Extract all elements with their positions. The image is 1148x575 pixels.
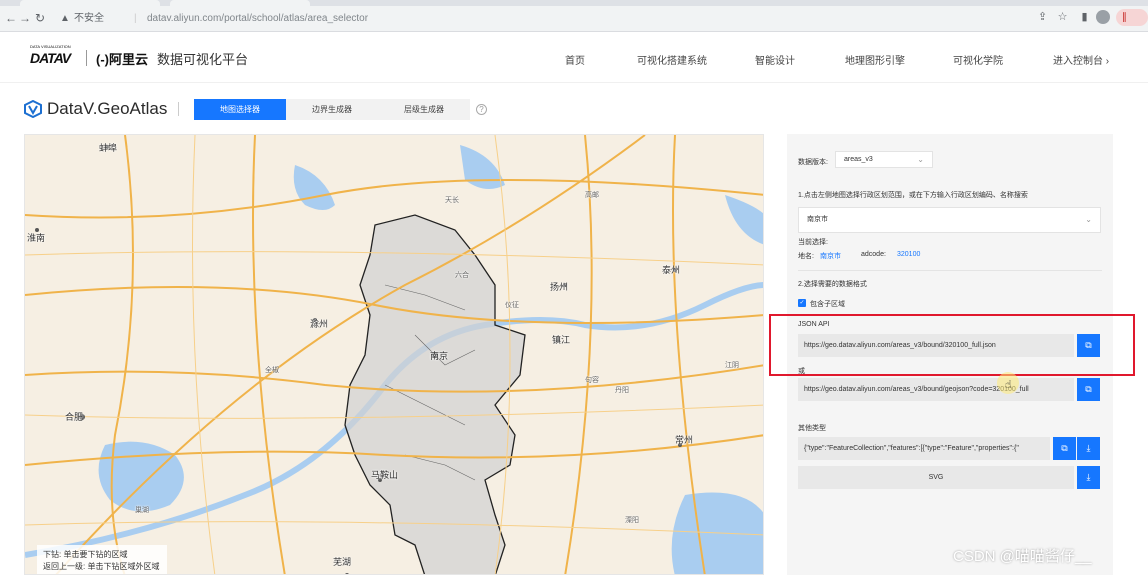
url-separator: |: [134, 13, 137, 24]
highlight-annotation-box: [769, 314, 1135, 376]
map-label-liyang: 溧阳: [625, 517, 639, 524]
tab-area-selector[interactable]: 地图选择器: [194, 99, 286, 120]
map-label-zhenjiang: 镇江: [552, 335, 571, 345]
adcode-label: adcode:: [861, 251, 886, 258]
download-icon: ⤓: [1086, 443, 1091, 453]
map-label-changzhou: 常州: [675, 435, 694, 445]
map-label-tianchang: 天长: [445, 197, 459, 204]
nav-console[interactable]: 进入控制台 ›: [1053, 52, 1109, 67]
download-icon: ⤓: [1086, 472, 1091, 482]
nav-academy[interactable]: 可视化学院: [953, 52, 1003, 67]
adcode-value: 320100: [897, 251, 921, 258]
region-search-value: 南京市: [807, 216, 828, 223]
region-search-select[interactable]: 南京市 ⌄: [798, 207, 1101, 233]
datav-logo[interactable]: DATA VISUALIZATION DATAV: [30, 44, 71, 66]
map-label-wuhu: 芜湖: [333, 557, 352, 567]
map-hint-drilldown: 下钻: 单击要下钻的区域: [43, 550, 128, 559]
map-label-taizhou: 泰州: [662, 265, 681, 275]
map-label-bengbu: 蚌埠: [99, 143, 118, 153]
include-children-checkbox[interactable]: ✓: [798, 299, 806, 307]
lake-east: [725, 195, 763, 245]
chevron-down-icon: ⌄: [917, 155, 924, 164]
taihu-lake: [671, 492, 763, 574]
map-label-danyang: 丹阳: [615, 387, 629, 394]
map-label-yizheng: 仪征: [505, 302, 519, 309]
map-canvas[interactable]: 蚌埠 淮南 合肥 滁州 南京 扬州 泰州 镇江 常州 马鞍山 芜湖 巢湖 句容 …: [24, 134, 764, 575]
geojson-url-field[interactable]: https://geo.datav.aliyun.com/areas_v3/bo…: [798, 378, 1074, 401]
copy-icon: ⧉: [1061, 443, 1068, 453]
pointer-cursor-icon: ☝: [1005, 379, 1012, 391]
map-label-quanjiao: 全椒: [265, 367, 279, 374]
toolbar-divider: [178, 102, 179, 116]
pause-pill[interactable]: ∥: [1116, 9, 1148, 26]
nav-builder[interactable]: 可视化搭建系统: [637, 52, 707, 67]
geoatlas-logo-icon: [24, 100, 42, 118]
map-label-huainan: 淮南: [27, 233, 46, 243]
copy-icon: ⧉: [1085, 384, 1092, 394]
map-label-chuzhou: 滁州: [310, 319, 329, 329]
map-label-gaoyou: 高邮: [585, 192, 599, 199]
download-svg-button[interactable]: ⤓: [1077, 466, 1100, 489]
lake-north: [293, 165, 335, 210]
help-icon[interactable]: ?: [476, 104, 487, 115]
profile-avatar[interactable]: [1096, 10, 1110, 24]
sidepanel-icon[interactable]: ▮: [1078, 11, 1091, 24]
share-icon[interactable]: ⇪: [1036, 11, 1049, 24]
browser-tab[interactable]: [170, 0, 310, 6]
download-geojson-button[interactable]: ⤓: [1077, 437, 1100, 460]
map-label-hefei: 合肥: [65, 412, 84, 422]
nav-home[interactable]: 首页: [565, 52, 585, 67]
url-text: datav.aliyun.com/portal/school/atlas/are…: [147, 13, 369, 24]
version-label: 数据版本:: [798, 159, 828, 166]
version-value: areas_v3: [844, 156, 873, 163]
geojson-preview-field[interactable]: {"type":"FeatureCollection","features":[…: [798, 437, 1050, 460]
version-select[interactable]: areas_v3 ⌄: [835, 151, 933, 168]
step1-instructions: 1.点击左侧地图选择行政区划范围，或在下方输入行政区划编码、名称搜索: [798, 192, 1028, 199]
warning-icon: ▲: [60, 13, 70, 24]
map-label-liuhe: 六合: [455, 272, 469, 279]
browser-tab[interactable]: [20, 0, 160, 6]
aliyun-logo[interactable]: (-)阿里云: [96, 49, 148, 68]
tab-level-generator[interactable]: 层级生成器: [378, 99, 470, 120]
map-label-maanshan: 马鞍山: [371, 470, 399, 480]
insecure-label: 不安全: [74, 13, 104, 24]
other-types-label: 其他类型: [798, 425, 826, 432]
tool-tabs: 地图选择器 边界生成器 层级生成器: [194, 99, 470, 120]
tab-boundary-generator[interactable]: 边界生成器: [286, 99, 378, 120]
browser-chrome: ← → ↻ ▲ 不安全 | datav.aliyun.com/portal/sc…: [0, 0, 1148, 32]
chevron-down-icon: ⌄: [1085, 215, 1092, 224]
map-hint: 下钻: 单击要下钻的区域 返回上一级: 单击下钻区域外区域: [37, 545, 167, 574]
reload-icon[interactable]: ↻: [33, 11, 47, 25]
current-selection-label: 当前选择:: [798, 239, 828, 246]
include-children-label: 包含子区域: [810, 301, 845, 308]
datav-logo-text: DATAV: [30, 50, 71, 66]
platform-title: 数据可视化平台: [157, 52, 249, 67]
geoatlas-logo-text: DataV.GeoAtlas: [47, 99, 168, 118]
copy-geojson-data-button[interactable]: ⧉: [1053, 437, 1076, 460]
site-header: DATA VISUALIZATION DATAV (-)阿里云 数据可视化平台 …: [0, 33, 1148, 83]
copy-geojson-button[interactable]: ⧉: [1077, 378, 1100, 401]
bookmark-star-icon[interactable]: ☆: [1056, 11, 1069, 24]
map-label-yangzhou: 扬州: [550, 282, 569, 292]
datav-logo-small: DATA VISUALIZATION: [30, 44, 71, 49]
tab-strip: [0, 0, 1148, 6]
nav-smart-design[interactable]: 智能设计: [755, 52, 795, 67]
lake-northeast: [460, 145, 505, 189]
logo-divider: [86, 50, 87, 66]
map-label-chaohu: 巢湖: [135, 507, 149, 514]
svg-field: SVG: [798, 466, 1074, 489]
map-label-nanjing: 南京: [430, 351, 449, 361]
address-bar[interactable]: ▲ 不安全 | datav.aliyun.com/portal/school/a…: [52, 9, 1012, 28]
watermark: CSDN @喵喵酱仔__: [953, 548, 1092, 565]
step2-instructions: 2.选择需要的数据格式: [798, 281, 867, 288]
map-label-jiangyin: 江阴: [725, 362, 739, 369]
back-icon[interactable]: ←: [4, 11, 18, 25]
nav-geo-engine[interactable]: 地理图形引擎: [845, 52, 905, 67]
forward-icon[interactable]: →: [18, 11, 32, 25]
name-label: 地名:: [798, 253, 814, 260]
divider: [798, 270, 1102, 271]
map-label-jurong: 句容: [585, 377, 599, 384]
name-value[interactable]: 南京市: [820, 251, 841, 261]
map-hint-back: 返回上一级: 单击下钻区域外区域: [43, 562, 160, 571]
